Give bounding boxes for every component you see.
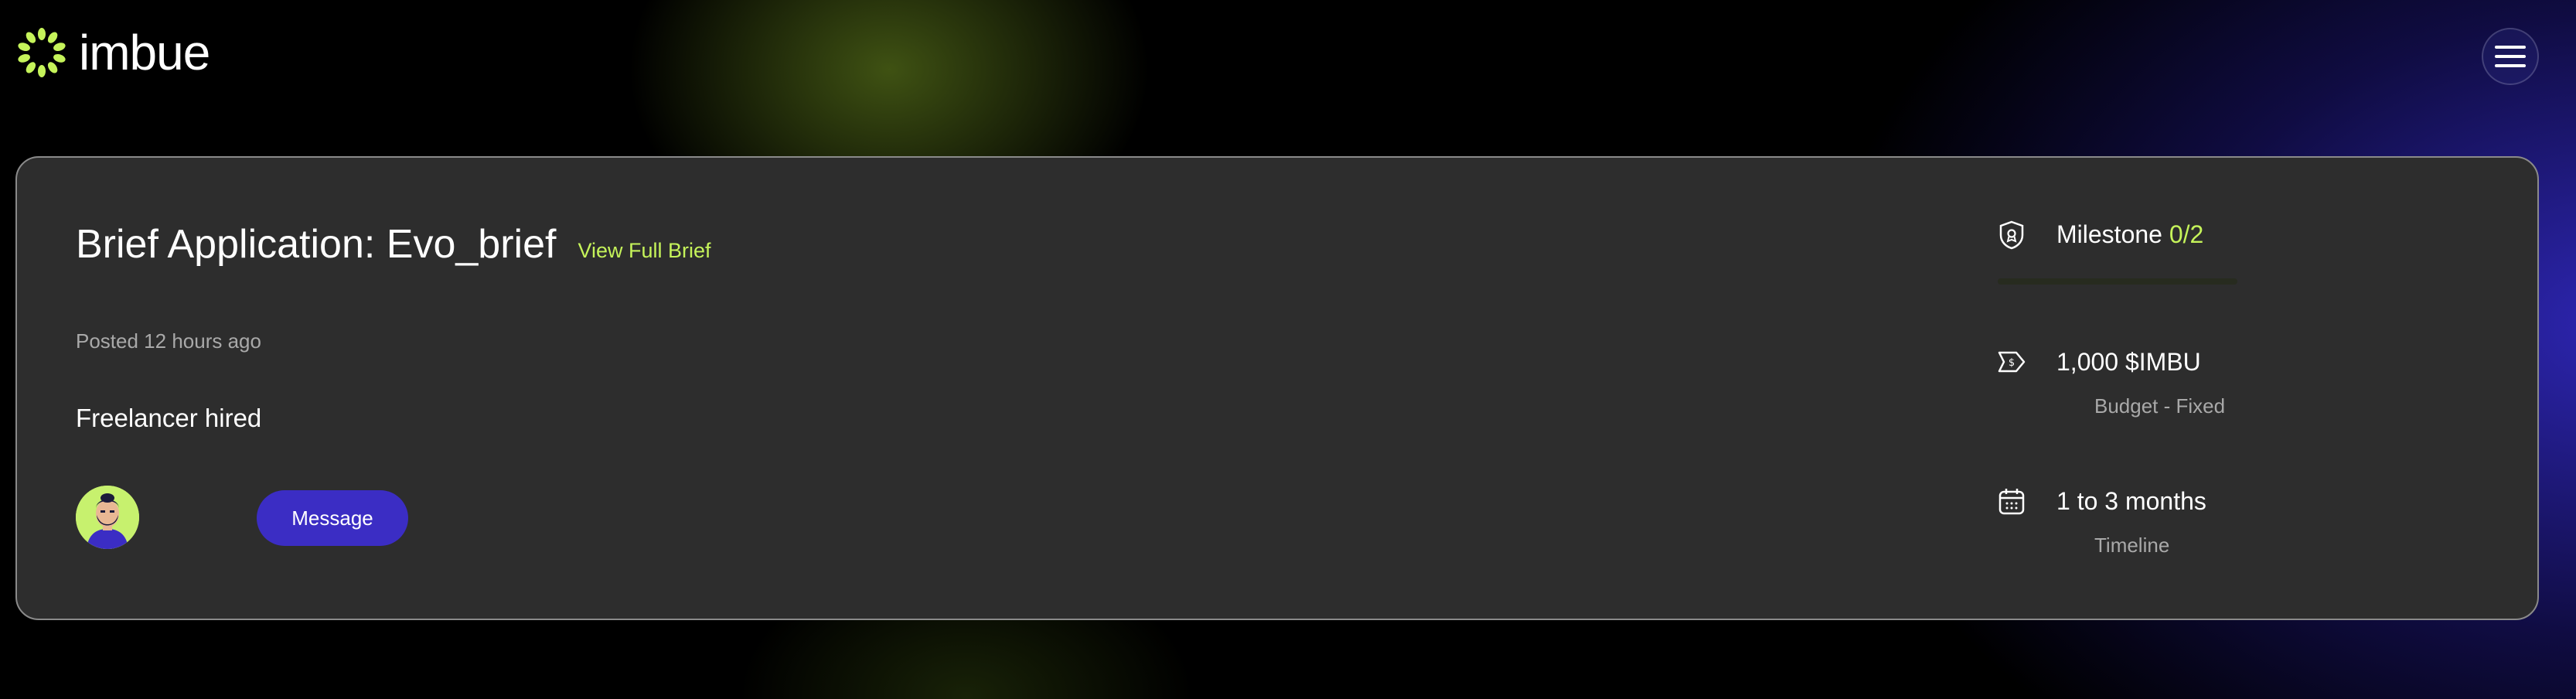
- milestone-progress-bar: [1998, 278, 2237, 285]
- milestone-count: 0/2: [2169, 220, 2204, 248]
- budget-tag-icon: $: [1996, 346, 2027, 377]
- avatar-illustration-icon: [76, 486, 139, 549]
- milestone-text: Milestone: [2056, 220, 2162, 248]
- budget-caption: Budget - Fixed: [2094, 394, 2226, 418]
- timeline-value: 1 to 3 months: [2056, 487, 2206, 515]
- budget-amount: 1,000 $IMBU: [2056, 348, 2201, 376]
- view-full-brief-link[interactable]: View Full Brief: [578, 239, 710, 263]
- menu-button[interactable]: [2482, 28, 2539, 85]
- hire-status: Freelancer hired: [76, 404, 262, 432]
- milestone-shield-icon: [1996, 220, 2027, 251]
- imbue-logo-icon: [15, 26, 68, 79]
- title-row: Brief Application: Evo_brief View Full B…: [76, 221, 711, 268]
- logo[interactable]: imbue: [15, 26, 210, 79]
- timeline-caption: Timeline: [2094, 534, 2170, 557]
- logo-text: imbue: [79, 25, 210, 80]
- calendar-icon: [1996, 486, 2027, 517]
- page-title: Brief Application: Evo_brief: [76, 222, 557, 267]
- message-button[interactable]: Message: [257, 490, 408, 546]
- posted-time: Posted 12 hours ago: [76, 329, 261, 353]
- freelancer-avatar[interactable]: [76, 486, 139, 549]
- svg-text:$: $: [2009, 357, 2015, 369]
- milestone-label: Milestone 0/2: [2056, 220, 2203, 249]
- hamburger-menu-icon: [2495, 46, 2526, 67]
